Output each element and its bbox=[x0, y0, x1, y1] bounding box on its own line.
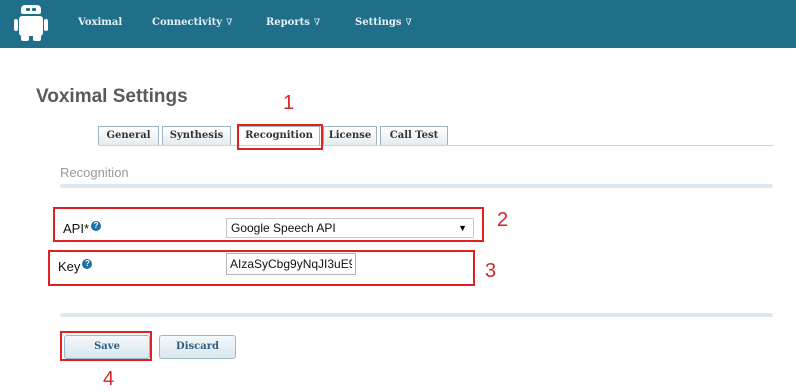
nav-voximal-label: Voximal bbox=[78, 17, 123, 28]
dropdown-arrow-icon: ▼ bbox=[458, 223, 467, 233]
tab-recognition[interactable]: Recognition bbox=[238, 126, 320, 146]
chevron-down-icon: ∇ bbox=[313, 18, 321, 28]
tab-license[interactable]: License bbox=[323, 126, 377, 146]
annotation-number-1: 1 bbox=[283, 92, 295, 114]
section-title: Recognition bbox=[60, 165, 129, 180]
annotation-number-3: 3 bbox=[485, 260, 497, 282]
api-select-value: Google Speech API bbox=[231, 221, 336, 235]
nav-settings[interactable]: Settings ∇ bbox=[355, 17, 412, 28]
nav-connectivity-label: Connectivity bbox=[152, 17, 223, 28]
annotation-number-4: 4 bbox=[103, 368, 115, 390]
nav-reports-label: Reports bbox=[266, 17, 310, 28]
section-divider bbox=[60, 184, 773, 188]
key-input[interactable] bbox=[226, 253, 356, 275]
save-button[interactable]: Save bbox=[64, 335, 150, 359]
api-select[interactable]: Google Speech API ▼ bbox=[226, 218, 474, 238]
tab-general[interactable]: General bbox=[98, 126, 159, 146]
form-divider bbox=[60, 313, 773, 317]
nav-voximal[interactable]: Voximal bbox=[78, 17, 122, 28]
robot-icon[interactable] bbox=[14, 5, 48, 43]
page-title: Voximal Settings bbox=[36, 86, 188, 107]
tab-call-test[interactable]: Call Test bbox=[380, 126, 448, 146]
nav-settings-label: Settings bbox=[355, 17, 402, 28]
chevron-down-icon: ∇ bbox=[405, 18, 412, 28]
key-label: Key? bbox=[58, 259, 93, 274]
tab-synthesis[interactable]: Synthesis bbox=[162, 126, 231, 146]
annotation-number-2: 2 bbox=[497, 209, 509, 231]
api-label: API*? bbox=[63, 221, 102, 236]
nav-connectivity[interactable]: Connectivity ∇ bbox=[152, 17, 232, 28]
chevron-down-icon: ∇ bbox=[226, 18, 233, 28]
discard-button[interactable]: Discard bbox=[159, 335, 236, 359]
top-navbar: Voximal Connectivity ∇ Reports ∇ Settings ∇ bbox=[0, 0, 796, 48]
api-label-text: API* bbox=[63, 221, 90, 236]
help-icon[interactable]: ? bbox=[91, 221, 102, 231]
tabs-divider bbox=[98, 145, 774, 146]
help-icon[interactable]: ? bbox=[82, 259, 93, 269]
key-label-text: Key bbox=[58, 259, 81, 274]
nav-reports[interactable]: Reports ∇ bbox=[266, 17, 320, 28]
